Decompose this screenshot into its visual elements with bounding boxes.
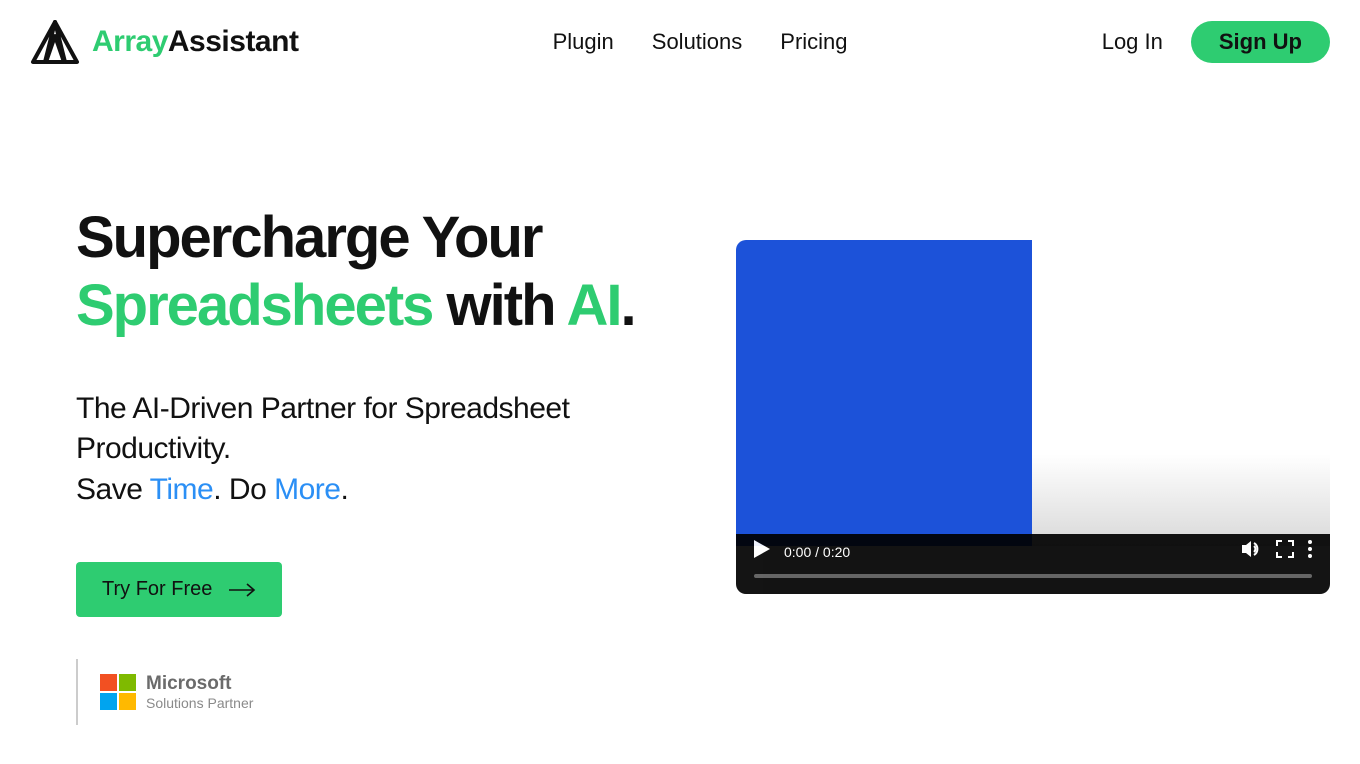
partner-line2: Solutions Partner	[146, 695, 253, 711]
hero-copy: Supercharge Your Spreadsheets with AI. T…	[76, 204, 696, 725]
logo-icon	[30, 20, 80, 64]
sub-do: . Do	[213, 473, 274, 506]
sub-line1: The AI-Driven Partner for Spreadsheet Pr…	[76, 392, 569, 466]
nav-link-solutions[interactable]: Solutions	[652, 29, 743, 55]
cta-label: Try For Free	[102, 578, 212, 601]
microsoft-logo-icon	[100, 674, 136, 710]
headline-accent: Spreadsheets	[76, 273, 432, 338]
microsoft-partner-text: Microsoft Solutions Partner	[146, 673, 253, 711]
video-frame-blue	[736, 240, 1032, 546]
microsoft-partner-badge: Microsoft Solutions Partner	[100, 673, 253, 711]
arrow-right-icon	[228, 583, 256, 597]
headline-part2: with	[432, 273, 566, 338]
auth-controls: Log In Sign Up	[1102, 21, 1330, 63]
login-link[interactable]: Log In	[1102, 29, 1163, 55]
headline-ai: AI	[566, 273, 620, 338]
video-controls: 0:00 / 0:20	[736, 534, 1330, 594]
signup-button[interactable]: Sign Up	[1191, 21, 1330, 63]
sub-dot: .	[340, 473, 348, 506]
site-header: ArrayAssistant Plugin Solutions Pricing …	[0, 0, 1360, 84]
partner-badge-wrap: Microsoft Solutions Partner	[76, 659, 696, 725]
nav-link-plugin[interactable]: Plugin	[553, 29, 614, 55]
hero-video[interactable]: 0:00 / 0:20	[736, 240, 1330, 594]
brand-logo[interactable]: ArrayAssistant	[30, 20, 298, 64]
partner-divider	[76, 659, 78, 725]
video-progress-track[interactable]	[754, 574, 1312, 578]
play-icon[interactable]	[754, 540, 770, 563]
cta-button[interactable]: Try For Free	[76, 562, 282, 617]
brand-part1: Array	[92, 25, 168, 58]
brand-wordmark: ArrayAssistant	[92, 25, 298, 59]
primary-nav: Plugin Solutions Pricing	[553, 29, 848, 55]
sub-more: More	[274, 473, 340, 506]
video-time: 0:00 / 0:20	[784, 544, 850, 560]
headline-dot: .	[620, 273, 634, 338]
sub-save: Save	[76, 473, 150, 506]
video-fade	[1032, 240, 1330, 546]
brand-part2: Assistant	[168, 25, 299, 58]
volume-icon[interactable]	[1242, 540, 1262, 563]
fullscreen-icon[interactable]	[1276, 540, 1294, 563]
hero-subhead: The AI-Driven Partner for Spreadsheet Pr…	[76, 389, 696, 511]
more-icon[interactable]	[1308, 540, 1312, 563]
hero-section: Supercharge Your Spreadsheets with AI. T…	[0, 84, 1360, 725]
hero-headline: Supercharge Your Spreadsheets with AI.	[76, 204, 696, 341]
partner-line1: Microsoft	[146, 673, 253, 695]
sub-time: Time	[150, 473, 214, 506]
nav-link-pricing[interactable]: Pricing	[780, 29, 847, 55]
headline-part1: Supercharge Your	[76, 205, 541, 270]
